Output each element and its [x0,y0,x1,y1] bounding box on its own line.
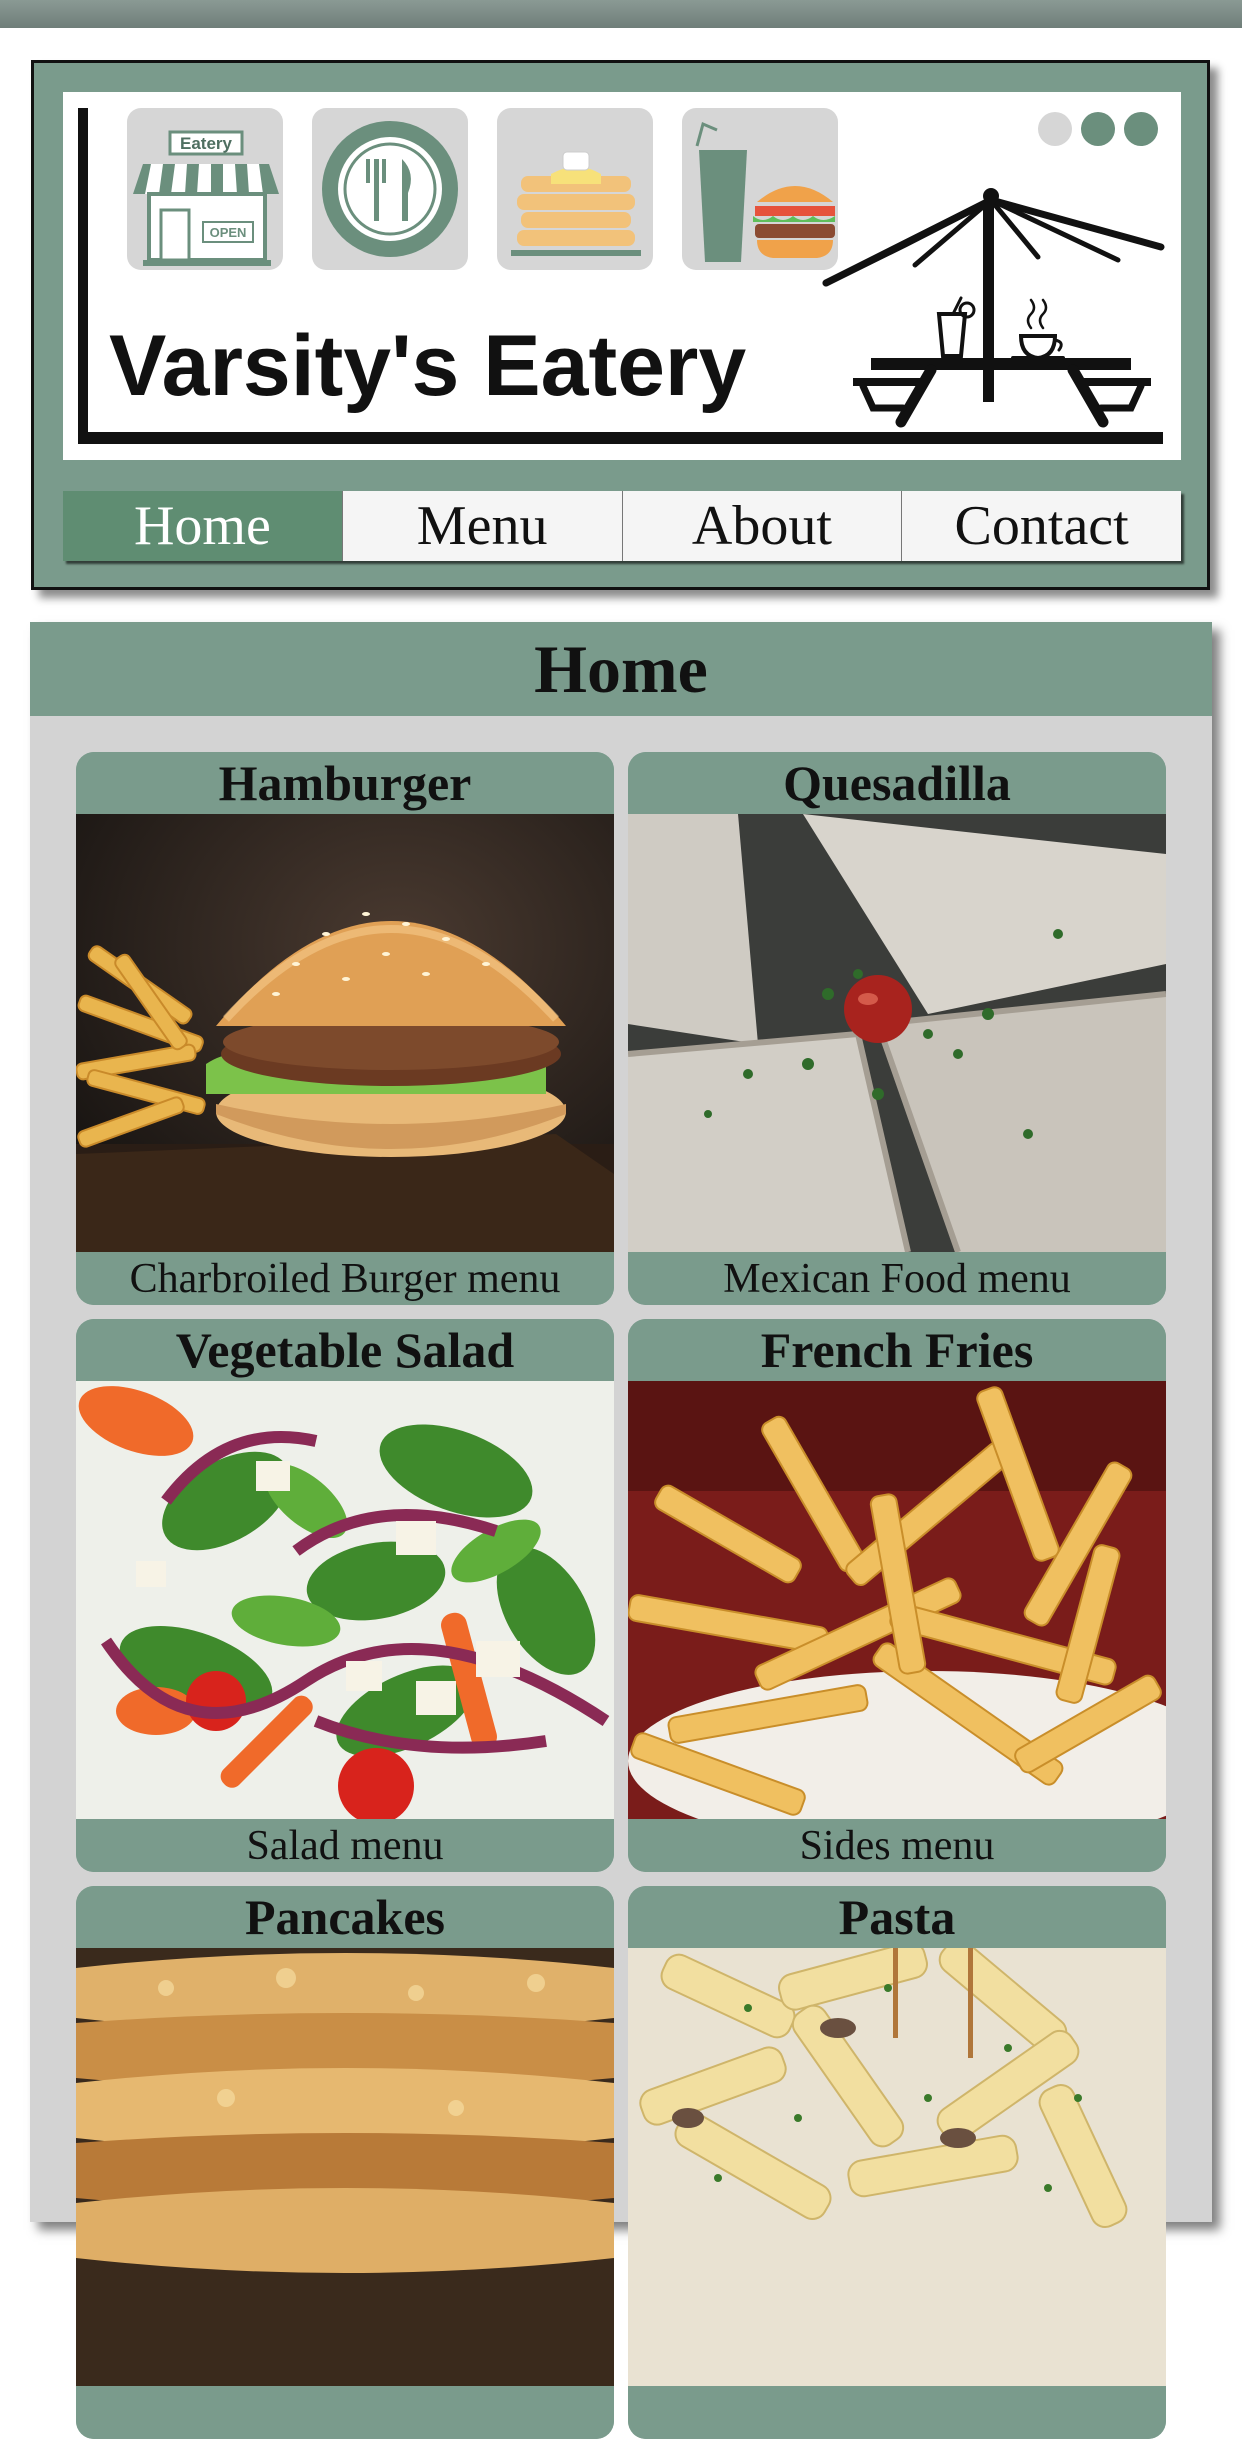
card-caption: Sides menu [628,1819,1166,1872]
nav-menu[interactable]: Menu [341,491,622,561]
card-pasta[interactable]: Pasta [628,1886,1166,2439]
slider-dot-3[interactable] [1124,112,1158,146]
page-title: Home [30,622,1212,716]
nav-contact[interactable]: Contact [901,491,1181,561]
drink-burger-icon [682,108,838,270]
card-caption: Salad menu [76,1819,614,1872]
card-pancakes[interactable]: Pancakes [76,1886,614,2439]
card-caption: Charbroiled Burger menu [76,1252,614,1305]
svg-text:Eatery: Eatery [180,134,233,153]
brand-name: Varsity's Eatery [109,318,746,414]
slider-dot-1[interactable] [1038,112,1072,146]
card-french-fries[interactable]: French Fries Sides menu [628,1319,1166,1872]
quesadilla-photo [628,814,1166,1252]
plate-cutlery-icon [312,108,468,270]
menu-grid: Hamburger Charbroiled Burger menu Quesad… [76,752,1166,2439]
storefront-icon: Eatery OPEN [127,108,283,270]
pancakes-icon [497,108,653,270]
svg-text:OPEN: OPEN [210,225,247,240]
banner-logo: Eatery OPEN Varsity's Eatery [63,92,1181,460]
card-title: Pancakes [76,1886,614,1948]
card-caption [76,2386,614,2439]
picnic-table-icon [822,188,1165,428]
card-caption: Mexican Food menu [628,1252,1166,1305]
nav-about[interactable]: About [621,491,902,561]
main-content: Home Hamburger Charbroiled Burger menu Q… [30,622,1212,2439]
nav-home[interactable]: Home [63,491,342,561]
burger-photo [76,814,614,1252]
slider-dot-2[interactable] [1081,112,1115,146]
card-title: Pasta [628,1886,1166,1948]
pasta-photo [628,1948,1166,2386]
card-vegetable-salad[interactable]: Vegetable Salad Salad menu [76,1319,614,1872]
card-quesadilla[interactable]: Quesadilla Mexican Food menu [628,752,1166,1305]
card-caption [628,2386,1166,2439]
salad-photo [76,1381,614,1819]
site-header: Eatery OPEN Varsity's Eatery Home Menu A… [31,60,1210,590]
fries-photo [628,1381,1166,1819]
card-title: Quesadilla [628,752,1166,814]
card-title: Vegetable Salad [76,1319,614,1381]
card-hamburger[interactable]: Hamburger Charbroiled Burger menu [76,752,614,1305]
top-strip [0,0,1242,28]
card-title: French Fries [628,1319,1166,1381]
card-title: Hamburger [76,752,614,814]
main-nav: Home Menu About Contact [63,491,1181,561]
pancakes-photo [76,1948,614,2386]
